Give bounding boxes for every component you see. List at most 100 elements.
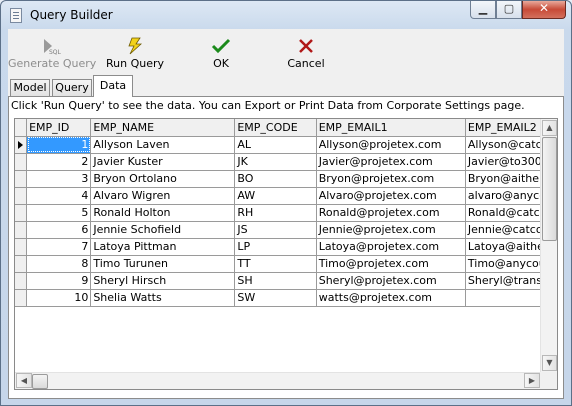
row-indicator[interactable]	[15, 170, 28, 188]
cell-emp-code[interactable]: AW	[234, 187, 317, 205]
cell-emp-code[interactable]: LP	[234, 238, 317, 256]
cell-emp-name[interactable]: Timo Turunen	[90, 255, 236, 273]
scroll-down-icon[interactable]: ▼	[542, 355, 557, 371]
cell-emp-name[interactable]: Alvaro Wigren	[90, 187, 236, 205]
cell-emp-name[interactable]: Allyson Laven	[90, 136, 236, 154]
table-row[interactable]: 10 Shelia Watts SW watts@projetex.com	[15, 289, 557, 307]
horizontal-scroll-thumb[interactable]	[32, 374, 48, 389]
scroll-up-icon[interactable]: ▲	[542, 120, 557, 136]
cell-emp-email1[interactable]: Javier@projetex.com	[316, 153, 466, 171]
row-indicator[interactable]	[15, 289, 28, 307]
cell-emp-email1[interactable]: Allyson@projetex.com	[316, 136, 466, 154]
table-row[interactable]: 2 Javier Kuster JK Javier@projetex.com Javie…	[15, 153, 557, 171]
row-indicator[interactable]	[15, 272, 28, 290]
minimize-button[interactable]: ▁	[470, 1, 496, 19]
header-corner	[15, 119, 28, 137]
col-header-emp-email1[interactable]: EMP_EMAIL1	[316, 119, 466, 137]
cell-emp-email1[interactable]: Latoya@projetex.com	[316, 238, 466, 256]
cancel-x-icon	[284, 37, 328, 55]
cell-emp-id[interactable]: 9	[26, 272, 92, 290]
cell-emp-name[interactable]: Bryon Ortolano	[90, 170, 236, 188]
cell-emp-id[interactable]: 10	[26, 289, 92, 307]
cell-emp-name[interactable]: Javier Kuster	[90, 153, 236, 171]
title-bar[interactable]: Query Builder ▁ ▢ ✕	[1, 1, 571, 29]
cell-emp-email1[interactable]: Bryon@projetex.com	[316, 170, 466, 188]
table-row[interactable]: 8 Timo Turunen TT Timo@projetex.com Timo@any…	[15, 255, 557, 273]
table-row[interactable]: 3 Bryon Ortolano BO Bryon@projetex.com Bryon…	[15, 170, 557, 188]
cell-emp-email1[interactable]: Ronald@projetex.com	[316, 204, 466, 222]
row-indicator[interactable]	[15, 238, 28, 256]
col-header-emp-name[interactable]: EMP_NAME	[90, 119, 236, 137]
table-row[interactable]: 6 Jennie Schofield JS Jennie@projetex.com Je…	[15, 221, 557, 239]
close-icon: ✕	[538, 1, 550, 15]
maximize-icon: ▢	[503, 2, 515, 15]
current-row-arrow-icon	[18, 140, 23, 149]
cell-emp-code[interactable]: JS	[234, 221, 317, 239]
maximize-button[interactable]: ▢	[496, 1, 522, 19]
scrollbar-corner	[540, 372, 557, 389]
tab-query[interactable]: Query	[52, 79, 92, 96]
cell-emp-code[interactable]: JK	[234, 153, 317, 171]
row-indicator[interactable]	[15, 255, 28, 273]
cell-emp-email1[interactable]: Alvaro@projetex.com	[316, 187, 466, 205]
generate-query-icon: SQL	[8, 37, 92, 56]
cell-emp-id[interactable]: 3	[26, 170, 92, 188]
cell-emp-code[interactable]: TT	[234, 255, 317, 273]
col-header-emp-id[interactable]: EMP_ID	[26, 119, 92, 137]
ok-button[interactable]: OK	[204, 33, 238, 73]
vertical-scrollbar[interactable]: ▲ ▼	[540, 119, 557, 372]
table-row[interactable]: 5 Ronald Holton RH Ronald@projetex.com Ronal…	[15, 204, 557, 222]
row-indicator[interactable]	[15, 153, 28, 171]
run-query-button[interactable]: Run Query	[102, 33, 168, 73]
horizontal-scrollbar[interactable]: ◀ ▶	[15, 372, 540, 389]
checkmark-icon	[204, 37, 238, 55]
cell-emp-id[interactable]: 5	[26, 204, 92, 222]
grid-header-row: EMP_ID EMP_NAME EMP_CODE EMP_EMAIL1 EMP_…	[15, 119, 557, 137]
table-row[interactable]: 4 Alvaro Wigren AW Alvaro@projetex.com alvar…	[15, 187, 557, 205]
table-row[interactable]: 9 Sheryl Hirsch SH Sheryl@projetex.com Shery…	[15, 272, 557, 290]
cell-emp-id[interactable]: 4	[26, 187, 92, 205]
data-grid[interactable]: EMP_ID EMP_NAME EMP_CODE EMP_EMAIL1 EMP_…	[14, 118, 558, 390]
cell-emp-email1[interactable]: Jennie@projetex.com	[316, 221, 466, 239]
data-panel: Click 'Run Query' to see the data. You c…	[8, 96, 564, 399]
cancel-button[interactable]: Cancel	[284, 33, 328, 73]
minimize-icon: ▁	[478, 2, 488, 15]
cell-emp-code[interactable]: RH	[234, 204, 317, 222]
query-builder-window: Query Builder ▁ ▢ ✕ SQL Generate Query R…	[0, 0, 572, 406]
generate-query-button[interactable]: SQL Generate Query	[8, 33, 96, 73]
cell-emp-id[interactable]: 2	[26, 153, 92, 171]
tab-model[interactable]: Model	[10, 79, 50, 96]
cell-emp-code[interactable]: SH	[234, 272, 317, 290]
row-indicator[interactable]	[15, 204, 28, 222]
scroll-left-icon[interactable]: ◀	[16, 373, 32, 388]
close-window-button[interactable]: ✕	[522, 1, 566, 19]
cell-emp-email1[interactable]: Sheryl@projetex.com	[316, 272, 466, 290]
tab-data[interactable]: Data	[93, 75, 133, 97]
cell-emp-name[interactable]: Shelia Watts	[90, 289, 236, 307]
cell-emp-name[interactable]: Ronald Holton	[90, 204, 236, 222]
cell-emp-email1[interactable]: Timo@projetex.com	[316, 255, 466, 273]
row-indicator[interactable]	[15, 136, 28, 154]
app-icon	[10, 8, 22, 23]
cell-emp-id[interactable]: 7	[26, 238, 92, 256]
row-indicator[interactable]	[15, 221, 28, 239]
cell-emp-id[interactable]: 1	[26, 136, 92, 154]
cell-emp-name[interactable]: Jennie Schofield	[90, 221, 236, 239]
dialog-client: SQL Generate Query Run Query OK Cancel M…	[8, 29, 564, 399]
cell-emp-code[interactable]: AL	[234, 136, 317, 154]
cell-emp-id[interactable]: 8	[26, 255, 92, 273]
cell-emp-name[interactable]: Sheryl Hirsch	[90, 272, 236, 290]
vertical-scroll-thumb[interactable]	[542, 137, 557, 241]
row-indicator[interactable]	[15, 187, 28, 205]
table-row[interactable]: 7 Latoya Pittman LP Latoya@projetex.com Lato…	[15, 238, 557, 256]
cell-emp-id[interactable]: 6	[26, 221, 92, 239]
toolbar: SQL Generate Query Run Query OK Cancel	[8, 29, 564, 75]
cell-emp-code[interactable]: BO	[234, 170, 317, 188]
col-header-emp-code[interactable]: EMP_CODE	[234, 119, 317, 137]
scroll-right-icon[interactable]: ▶	[524, 373, 540, 388]
cell-emp-code[interactable]: SW	[234, 289, 317, 307]
cell-emp-email1[interactable]: watts@projetex.com	[316, 289, 466, 307]
tab-strip: Model Query Data	[8, 75, 564, 97]
table-row[interactable]: 1 Allyson Laven AL Allyson@projetex.com Ally…	[15, 136, 557, 154]
cell-emp-name[interactable]: Latoya Pittman	[90, 238, 236, 256]
